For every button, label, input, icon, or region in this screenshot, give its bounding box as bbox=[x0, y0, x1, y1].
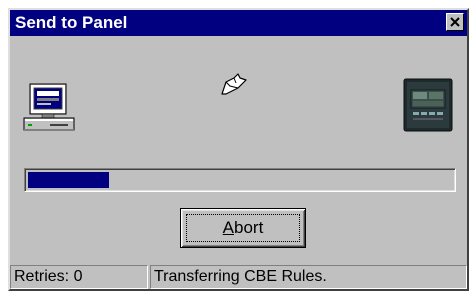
fire-panel-icon bbox=[403, 78, 453, 132]
transfer-progress-bar bbox=[24, 168, 456, 192]
focus-rectangle: Abort bbox=[186, 214, 300, 242]
abort-button[interactable]: Abort bbox=[180, 208, 306, 248]
status-message: Transferring CBE Rules. bbox=[150, 265, 467, 289]
progress-fill bbox=[28, 172, 109, 188]
retries-count: Retries: 0 bbox=[10, 265, 148, 289]
status-bar: Retries: 0 Transferring CBE Rules. bbox=[10, 263, 467, 289]
window-title: Send to Panel bbox=[15, 13, 128, 32]
close-button[interactable] bbox=[446, 13, 464, 31]
abort-button-label: Abort bbox=[222, 218, 264, 237]
data-packet-icon bbox=[221, 73, 247, 95]
computer-icon bbox=[23, 83, 75, 131]
close-icon bbox=[450, 17, 460, 27]
send-to-panel-dialog: Send to Panel Abort Retries: 0 Transferr… bbox=[8, 8, 469, 291]
title-bar[interactable]: Send to Panel bbox=[10, 10, 467, 36]
